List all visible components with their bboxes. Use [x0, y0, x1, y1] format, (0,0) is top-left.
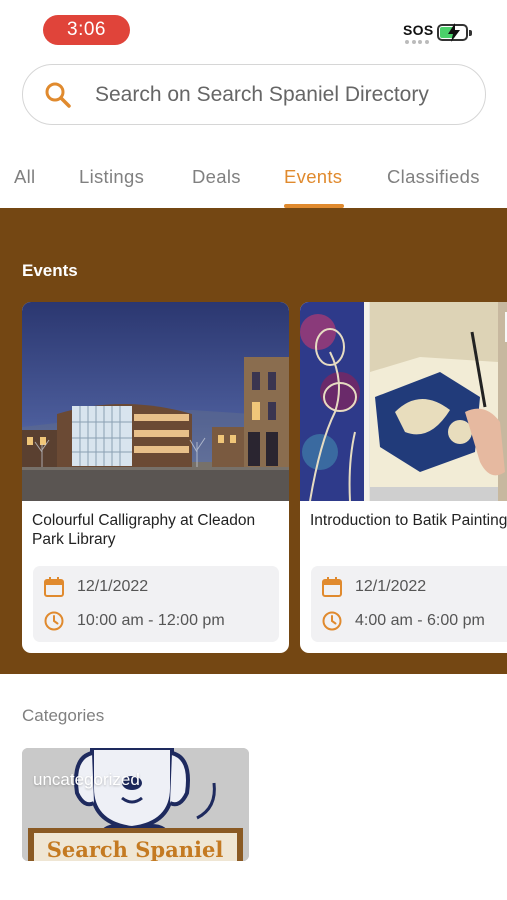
search-spaniel-logo: Search Spaniel	[22, 748, 249, 861]
calendar-icon	[322, 577, 342, 597]
event-info: 12/1/2022 10:00 am - 12:00 pm	[33, 566, 279, 642]
search-bar[interactable]	[22, 64, 486, 125]
charging-bolt-icon	[448, 23, 460, 42]
calendar-icon	[44, 577, 64, 597]
event-image-batik	[300, 302, 507, 501]
event-title: Colourful Calligraphy at Cleadon Park Li…	[32, 512, 256, 548]
logo-wordmark: Search Spaniel	[47, 837, 224, 861]
events-section: Events Colourful Calligraphy at Cleadon …	[0, 208, 507, 674]
sos-indicator: SOS	[403, 22, 434, 38]
event-card[interactable]: Introduction to Batik Painting 12/1/2022…	[300, 302, 507, 653]
signal-dots-icon	[405, 40, 429, 44]
categories-heading: Categories	[22, 706, 105, 725]
tab-events[interactable]: Events	[284, 166, 342, 188]
events-heading: Events	[22, 261, 78, 280]
category-label: uncategorized	[33, 770, 140, 789]
search-input[interactable]	[95, 82, 465, 107]
filter-tabs: All Listings Deals Events Classifieds	[0, 160, 507, 208]
event-date: 12/1/2022	[355, 578, 427, 595]
event-image-library	[22, 302, 289, 501]
category-tile-uncategorized[interactable]: Search Spaniel uncategorized	[22, 748, 249, 861]
tab-classifieds[interactable]: Classifieds	[387, 166, 480, 188]
tab-all[interactable]: All	[14, 166, 35, 188]
event-date: 12/1/2022	[77, 578, 149, 595]
search-icon	[45, 82, 71, 108]
event-time: 10:00 am - 12:00 pm	[77, 612, 225, 629]
event-card[interactable]: Colourful Calligraphy at Cleadon Park Li…	[22, 302, 289, 653]
event-title: Introduction to Batik Painting	[310, 512, 507, 529]
tab-listings[interactable]: Listings	[79, 166, 144, 188]
clock-icon	[44, 611, 64, 631]
tab-deals[interactable]: Deals	[192, 166, 241, 188]
event-time: 4:00 am - 6:00 pm	[355, 612, 485, 629]
event-info: 12/1/2022 4:00 am - 6:00 pm	[311, 566, 507, 642]
clock-icon	[322, 611, 342, 631]
status-time: 3:06	[43, 15, 130, 45]
